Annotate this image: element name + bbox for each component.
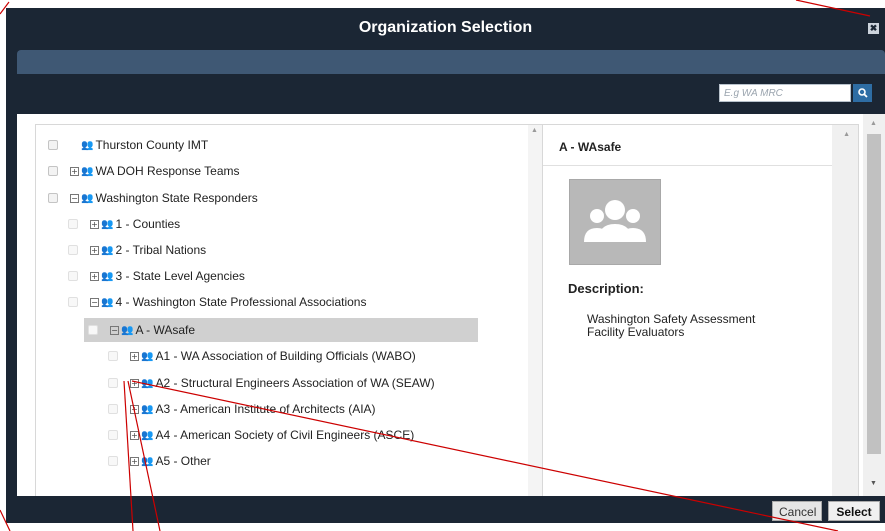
organization-tree: ▲ 👥 Thurston County IMT + 👥 WA DOH Respo…	[35, 124, 543, 496]
group-icon: 👥	[101, 270, 114, 282]
tree-item-label: 4 - Washington State Professional Associ…	[115, 295, 367, 309]
group-icon: 👥	[121, 324, 134, 336]
tree-item-checkbox[interactable]	[108, 351, 118, 361]
tree-item-tribal-nations[interactable]: + 👥 2 - Tribal Nations	[68, 238, 206, 262]
organization-selection-dialog: Organization Selection ✖ ▲ 👥 Thurston Co…	[6, 8, 885, 523]
group-icon: 👥	[141, 429, 154, 441]
cancel-button[interactable]: Cancel	[772, 501, 822, 521]
tree-item-other[interactable]: + 👥 A5 - Other	[108, 449, 211, 473]
group-icon: 👥	[141, 350, 154, 362]
description-text: Washington Safety Assessment Facility Ev…	[587, 312, 756, 339]
detail-scrollbar[interactable]: ▲	[832, 125, 858, 496]
tree-item-thurston-county-imt[interactable]: 👥 Thurston County IMT	[48, 133, 208, 157]
organization-detail-panel: A - WAsafe Description: Washington Safet…	[543, 124, 859, 496]
scroll-down-arrow-icon[interactable]: ▼	[870, 480, 877, 487]
tree-item-checkbox[interactable]	[68, 219, 78, 229]
dialog-content: ▲ 👥 Thurston County IMT + 👥 WA DOH Respo…	[17, 114, 885, 496]
tree-item-checkbox[interactable]	[68, 271, 78, 281]
expand-icon[interactable]: +	[90, 271, 99, 281]
expand-icon[interactable]: +	[90, 219, 99, 229]
group-icon: 👥	[141, 403, 154, 415]
collapse-icon[interactable]: −	[70, 193, 79, 203]
tree-item-professional-associations[interactable]: − 👥 4 - Washington State Professional As…	[68, 290, 366, 314]
tree-item-seaw[interactable]: + 👥 A2 - Structural Engineers Associatio…	[108, 371, 435, 395]
expand-icon[interactable]: +	[130, 430, 139, 440]
tree-scrollbar[interactable]: ▲	[528, 125, 542, 496]
collapse-icon[interactable]: −	[110, 325, 119, 335]
scroll-up-arrow-icon[interactable]: ▲	[870, 120, 877, 127]
expand-icon[interactable]: +	[70, 166, 79, 176]
dialog-footer: Cancel Select	[6, 496, 885, 523]
tree-item-checkbox[interactable]	[48, 193, 58, 203]
group-icon: 👥	[101, 296, 114, 308]
tree-item-asce[interactable]: + 👥 A4 - American Society of Civil Engin…	[108, 423, 414, 447]
tree-item-wasafe[interactable]: − 👥 A - WAsafe	[84, 318, 478, 342]
tree-item-checkbox[interactable]	[108, 456, 118, 466]
tree-item-aia[interactable]: + 👥 A3 - American Institute of Architect…	[108, 397, 376, 421]
tree-item-label: 3 - State Level Agencies	[115, 269, 245, 283]
tree-item-label: A - WAsafe	[135, 323, 196, 337]
tree-item-label: 1 - Counties	[115, 217, 181, 231]
close-icon[interactable]: ✖	[868, 23, 879, 34]
select-button[interactable]: Select	[828, 501, 880, 521]
group-icon: 👥	[101, 218, 114, 230]
search-button[interactable]	[853, 84, 872, 102]
tree-item-washington-state-responders[interactable]: − 👥 Washington State Responders	[48, 186, 258, 210]
tree-item-checkbox[interactable]	[68, 297, 78, 307]
tree-item-label: 2 - Tribal Nations	[115, 243, 207, 257]
tree-item-label: Thurston County IMT	[95, 138, 209, 152]
tree-item-checkbox[interactable]	[108, 378, 118, 388]
group-icon: 👥	[141, 377, 154, 389]
tree-item-label: A3 - American Institute of Architects (A…	[155, 402, 376, 416]
search-input[interactable]	[719, 84, 851, 102]
tree-item-counties[interactable]: + 👥 1 - Counties	[68, 212, 180, 236]
tree-item-checkbox[interactable]	[48, 140, 58, 150]
tree-item-checkbox[interactable]	[68, 245, 78, 255]
tree-item-checkbox[interactable]	[108, 430, 118, 440]
tree-item-label: A5 - Other	[155, 454, 211, 468]
expand-icon[interactable]: +	[90, 245, 99, 255]
tree-item-label: Washington State Responders	[95, 191, 258, 205]
tree-item-label: A2 - Structural Engineers Association of…	[155, 376, 435, 390]
expand-icon[interactable]: +	[130, 456, 139, 466]
group-icon: 👥	[81, 165, 94, 177]
scroll-up-arrow-icon[interactable]: ▲	[843, 131, 850, 138]
tree-item-label: WA DOH Response Teams	[95, 164, 240, 178]
dialog-titlebar: Organization Selection ✖	[6, 8, 885, 50]
description-label: Description:	[568, 281, 644, 296]
search-icon	[857, 88, 868, 98]
search-row	[6, 74, 885, 114]
tree-item-checkbox[interactable]	[108, 404, 118, 414]
group-icon: 👥	[101, 244, 114, 256]
scroll-up-arrow-icon[interactable]: ▲	[531, 127, 538, 134]
tree-item-wa-doh-response-teams[interactable]: + 👥 WA DOH Response Teams	[48, 159, 240, 183]
dialog-title: Organization Selection	[358, 19, 533, 36]
group-icon: 👥	[141, 455, 154, 467]
group-icon: 👥	[81, 139, 94, 151]
tree-item-wabo[interactable]: + 👥 A1 - WA Association of Building Offi…	[108, 344, 416, 368]
expand-icon[interactable]: +	[130, 378, 139, 388]
dialog-subheader-bar	[17, 50, 885, 74]
organization-avatar	[569, 179, 661, 265]
tree-item-state-level-agencies[interactable]: + 👥 3 - State Level Agencies	[68, 264, 245, 288]
detail-divider	[543, 165, 833, 166]
scrollbar-thumb[interactable]	[867, 134, 881, 454]
tree-item-label: A1 - WA Association of Building Official…	[155, 349, 416, 363]
collapse-icon[interactable]: −	[90, 297, 99, 307]
detail-title: A - WAsafe	[559, 140, 622, 154]
group-icon: 👥	[81, 192, 94, 204]
expand-icon[interactable]: +	[130, 404, 139, 414]
expand-icon[interactable]: +	[130, 351, 139, 361]
tree-item-checkbox[interactable]	[48, 166, 58, 176]
tree-item-checkbox[interactable]	[88, 325, 98, 335]
tree-item-label: A4 - American Society of Civil Engineers…	[155, 428, 415, 442]
dialog-scrollbar[interactable]: ▲ ▼	[863, 114, 885, 496]
group-avatar-icon	[584, 200, 646, 242]
